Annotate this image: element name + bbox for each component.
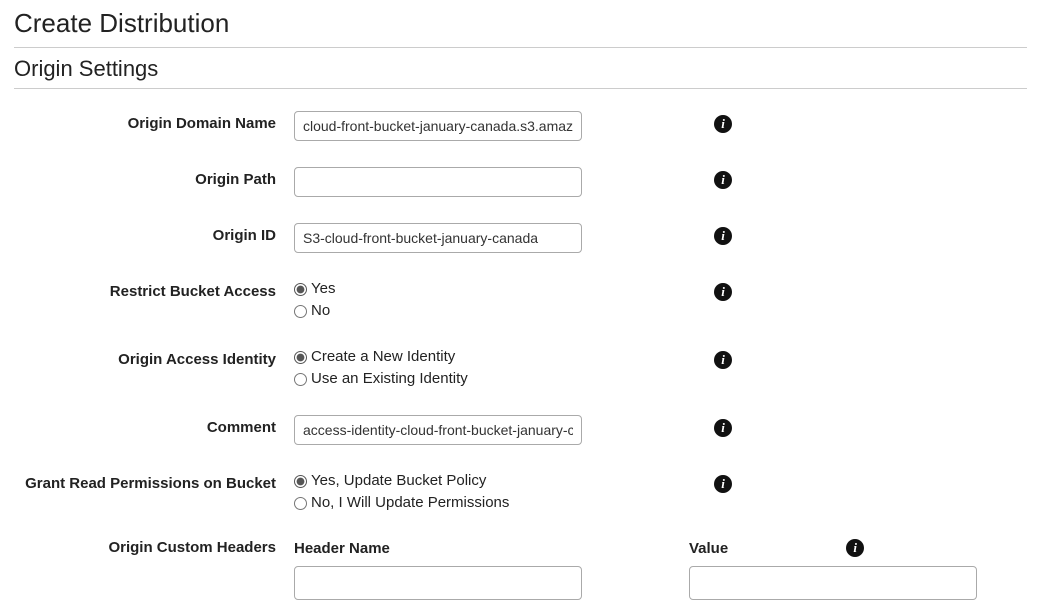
info-icon[interactable]: i (714, 475, 732, 493)
origin-domain-name-input[interactable] (294, 111, 582, 141)
header-name-input[interactable] (294, 566, 582, 600)
restrict-bucket-access-label: Restrict Bucket Access (14, 279, 294, 302)
origin-id-label: Origin ID (14, 223, 294, 246)
restrict-bucket-access-no-label: No (311, 301, 330, 321)
header-name-column-label: Header Name (294, 540, 689, 557)
origin-domain-name-label: Origin Domain Name (14, 111, 294, 134)
header-value-input[interactable] (689, 566, 977, 600)
grant-read-no-label: No, I Will Update Permissions (311, 493, 509, 513)
header-value-column-label: Value (689, 540, 828, 557)
restrict-bucket-access-yes-label: Yes (311, 279, 335, 299)
section-title: Origin Settings (14, 56, 1027, 82)
info-icon[interactable]: i (714, 419, 732, 437)
restrict-bucket-access-no-radio[interactable] (294, 305, 307, 318)
info-icon[interactable]: i (846, 539, 864, 557)
origin-custom-headers-label: Origin Custom Headers (14, 539, 294, 558)
divider (14, 47, 1027, 48)
info-icon[interactable]: i (714, 115, 732, 133)
info-icon[interactable]: i (714, 283, 732, 301)
grant-read-no-radio[interactable] (294, 497, 307, 510)
page-title: Create Distribution (14, 8, 1027, 39)
info-icon[interactable]: i (714, 171, 732, 189)
oai-existing-label: Use an Existing Identity (311, 369, 468, 389)
origin-path-label: Origin Path (14, 167, 294, 190)
oai-existing-radio[interactable] (294, 373, 307, 386)
info-icon[interactable]: i (714, 227, 732, 245)
origin-access-identity-label: Origin Access Identity (14, 347, 294, 370)
origin-id-input[interactable] (294, 223, 582, 253)
origin-path-input[interactable] (294, 167, 582, 197)
grant-read-label: Grant Read Permissions on Bucket (14, 471, 294, 494)
comment-input[interactable] (294, 415, 582, 445)
origin-settings-form: Origin Domain Name i Origin Path i Origi… (14, 111, 1027, 600)
comment-label: Comment (14, 415, 294, 438)
oai-create-label: Create a New Identity (311, 347, 455, 367)
info-icon[interactable]: i (714, 351, 732, 369)
oai-create-radio[interactable] (294, 351, 307, 364)
grant-read-yes-radio[interactable] (294, 475, 307, 488)
divider (14, 88, 1027, 89)
restrict-bucket-access-yes-radio[interactable] (294, 283, 307, 296)
grant-read-yes-label: Yes, Update Bucket Policy (311, 471, 486, 491)
